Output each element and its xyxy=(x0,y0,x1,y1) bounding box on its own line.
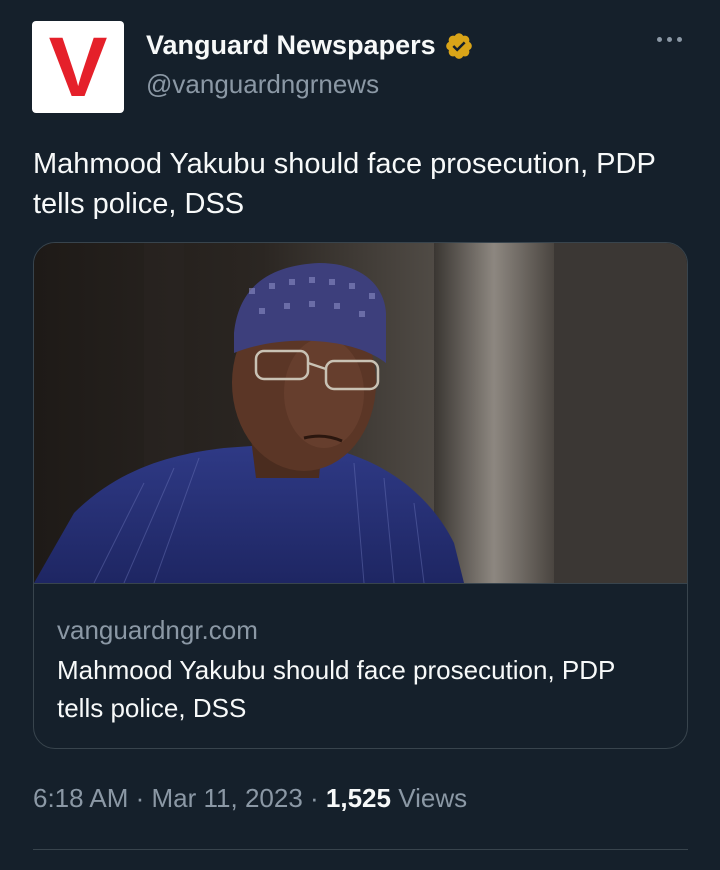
author-name-row: Vanguard Newspapers xyxy=(146,30,474,61)
views-count: 1,525 xyxy=(325,783,391,813)
card-domain: vanguardngr.com xyxy=(57,615,258,645)
tweet-text: Mahmood Yakubu should face prosecution, … xyxy=(33,148,656,220)
tweet-date[interactable]: Mar 11, 2023 xyxy=(152,783,303,814)
card-title: Mahmood Yakubu should face prosecution, … xyxy=(57,655,615,723)
meta-separator: · xyxy=(128,783,152,813)
more-dot xyxy=(667,37,672,42)
tweet-meta: 6:18 AM · Mar 11, 2023 · 1,525 Views xyxy=(33,783,467,814)
meta-separator: · xyxy=(302,783,326,813)
divider xyxy=(33,849,688,850)
more-dot xyxy=(657,37,662,42)
tweet-time[interactable]: 6:18 AM xyxy=(33,783,128,814)
avatar-logo-letter: V xyxy=(48,20,108,114)
verified-badge-icon xyxy=(445,32,472,59)
more-options-icon[interactable] xyxy=(653,33,686,46)
article-photo xyxy=(34,243,687,583)
user-handle[interactable]: @vanguardngrnews xyxy=(146,69,379,100)
link-preview-card[interactable]: vanguardngr.com Mahmood Yakubu should fa… xyxy=(33,242,688,749)
card-divider xyxy=(34,583,687,584)
avatar[interactable]: V xyxy=(32,21,124,113)
views-label: Views xyxy=(390,783,468,813)
more-dot xyxy=(677,37,682,42)
display-name[interactable]: Vanguard Newspapers xyxy=(146,30,436,61)
